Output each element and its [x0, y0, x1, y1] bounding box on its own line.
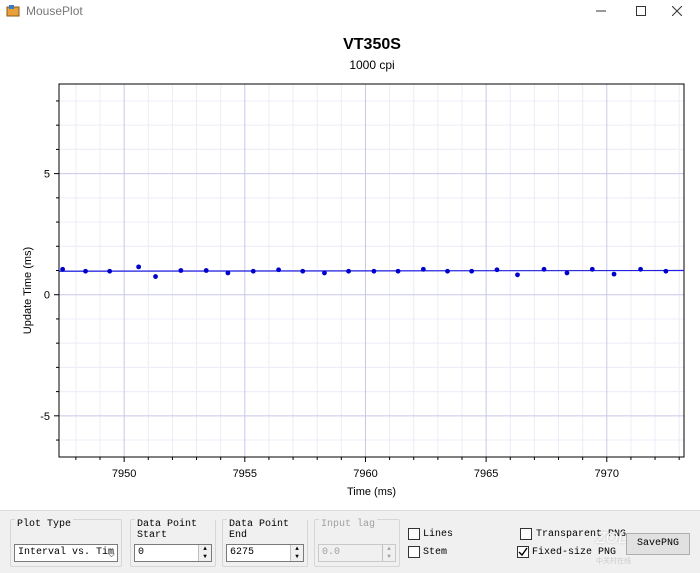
y-tick-label: 5	[44, 169, 50, 181]
data-point	[153, 274, 158, 279]
data-point	[663, 268, 669, 274]
stem-label: Stem	[423, 547, 448, 558]
data-point	[250, 268, 256, 274]
x-tick-label: 7950	[112, 468, 136, 480]
data-point-end-input[interactable]: 6275 ▲ ▼	[226, 544, 304, 562]
data-point-start-input[interactable]: 0 ▲ ▼	[134, 544, 212, 562]
data-point	[515, 272, 520, 278]
x-tick-label: 7970	[595, 468, 619, 480]
plot-type-value: Interval vs. Tim	[18, 547, 115, 558]
data-point-end-group: Data Point End 6275 ▲ ▼	[222, 519, 308, 567]
plot-type-select[interactable]: Interval vs. Tim ⌵	[14, 544, 118, 562]
data-point-end-value: 6275	[230, 547, 255, 558]
watermark-logo: ZOL	[596, 530, 628, 547]
lines-label: Lines	[423, 529, 454, 540]
input-lag-spinner[interactable]: ▲ ▼	[382, 545, 395, 561]
input-lag-group: Input lag 0.0 ▲ ▼	[314, 519, 400, 567]
data-point	[541, 266, 547, 272]
chevron-down-icon: ⌵	[108, 550, 115, 560]
data-point	[107, 268, 113, 274]
minimize-icon	[596, 10, 606, 12]
fixed-size-png-checkbox[interactable]	[517, 546, 529, 558]
data-point	[638, 266, 643, 272]
data-point	[276, 267, 281, 273]
checkmark-icon	[518, 547, 528, 557]
data-point	[83, 268, 88, 274]
data-point	[346, 268, 351, 274]
save-png-button[interactable]: SavePNG	[626, 533, 690, 555]
plot-type-group: Plot Type Interval vs. Tim ⌵	[10, 519, 122, 567]
data-point	[395, 268, 401, 274]
input-lag-input[interactable]: 0.0 ▲ ▼	[318, 544, 396, 562]
data-point	[445, 268, 450, 274]
data-point-start-label: Data Point Start	[135, 519, 215, 541]
data-point	[203, 268, 209, 273]
data-point	[469, 268, 475, 274]
data-point-end-label: Data Point End	[227, 519, 307, 541]
transparent-png-checkbox[interactable]	[520, 528, 532, 540]
watermark-sub: 中关村在线	[596, 558, 631, 565]
lines-checkbox[interactable]	[408, 528, 420, 540]
data-point	[136, 264, 142, 270]
x-tick-label: 7960	[353, 468, 377, 480]
data-point-start-value: 0	[138, 547, 145, 558]
data-point-end-spinner[interactable]: ▲ ▼	[290, 545, 303, 561]
data-point	[322, 270, 327, 276]
data-point-start-group: Data Point Start 0 ▲ ▼	[130, 519, 216, 567]
input-lag-label: Input lag	[319, 519, 378, 530]
title-bar: MousePlot	[0, 0, 700, 22]
data-point	[371, 268, 377, 274]
close-icon	[672, 6, 682, 16]
data-point	[420, 266, 426, 272]
y-axis-title: Update Time (ms)	[22, 247, 34, 334]
x-axis-title: Time (ms)	[347, 486, 396, 498]
stem-checkbox[interactable]	[408, 546, 420, 558]
x-tick-label: 7965	[474, 468, 498, 480]
app-icon	[6, 5, 20, 17]
maximize-icon	[636, 6, 646, 16]
data-point	[564, 270, 570, 276]
input-lag-value: 0.0	[322, 547, 341, 558]
data-point	[225, 270, 231, 276]
data-point	[611, 271, 617, 277]
y-tick-label: -5	[40, 411, 50, 423]
data-point	[178, 268, 184, 273]
trend-line	[58, 269, 685, 272]
scatter-chart[interactable]: 7950 7955 7960 7965 7970 -5 0 5 Time (ms) Update …	[0, 22, 700, 510]
data-point	[494, 267, 500, 273]
control-panel: Plot Type Interval vs. Tim ⌵ Data Point …	[0, 510, 700, 573]
data-point	[300, 268, 306, 274]
x-tick-label: 7955	[233, 468, 257, 480]
plot-type-label: Plot Type	[15, 519, 74, 530]
data-point	[60, 266, 66, 272]
window-title: MousePlot	[26, 4, 83, 18]
y-tick-label: 0	[44, 290, 50, 302]
plot-area[interactable]: VT350S 1000 cpi 7950 7955 7960 7965 7970 -5 0 5…	[0, 22, 700, 510]
data-point	[589, 266, 595, 272]
close-button[interactable]	[654, 0, 700, 22]
data-point-start-spinner[interactable]: ▲ ▼	[198, 545, 211, 561]
